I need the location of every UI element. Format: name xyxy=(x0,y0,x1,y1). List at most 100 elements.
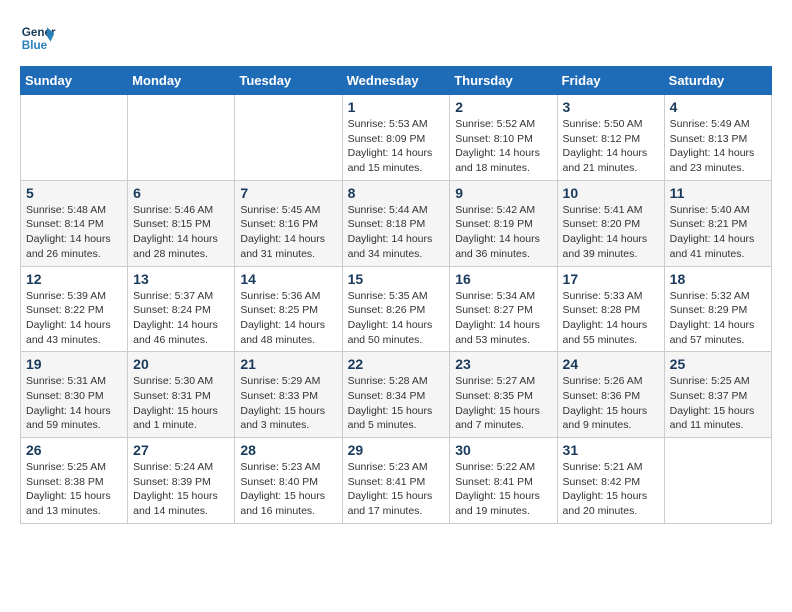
day-cell xyxy=(664,438,771,524)
day-cell: 26 Sunrise: 5:25 AMSunset: 8:38 PMDayligh… xyxy=(21,438,128,524)
day-info: Sunrise: 5:35 AMSunset: 8:26 PMDaylight:… xyxy=(348,289,445,348)
day-cell: 15 Sunrise: 5:35 AMSunset: 8:26 PMDayligh… xyxy=(342,266,450,352)
day-info: Sunrise: 5:37 AMSunset: 8:24 PMDaylight:… xyxy=(133,289,229,348)
day-number: 29 xyxy=(348,442,445,458)
day-number: 17 xyxy=(563,271,659,287)
day-number: 7 xyxy=(240,185,336,201)
day-info: Sunrise: 5:25 AMSunset: 8:38 PMDaylight:… xyxy=(26,460,122,519)
day-number: 21 xyxy=(240,356,336,372)
header-tuesday: Tuesday xyxy=(235,67,342,95)
day-number: 16 xyxy=(455,271,551,287)
day-info: Sunrise: 5:40 AMSunset: 8:21 PMDaylight:… xyxy=(670,203,766,262)
day-number: 30 xyxy=(455,442,551,458)
day-number: 24 xyxy=(563,356,659,372)
day-cell: 17 Sunrise: 5:33 AMSunset: 8:28 PMDayligh… xyxy=(557,266,664,352)
day-cell: 29 Sunrise: 5:23 AMSunset: 8:41 PMDayligh… xyxy=(342,438,450,524)
day-cell: 27Sunrise: 5:24 AMSunset: 8:39 PMDayligh… xyxy=(128,438,235,524)
day-number: 1 xyxy=(348,99,445,115)
day-cell: 12 Sunrise: 5:39 AMSunset: 8:22 PMDayligh… xyxy=(21,266,128,352)
day-info: Sunrise: 5:26 AMSunset: 8:36 PMDaylight:… xyxy=(563,374,659,433)
day-cell: 5 Sunrise: 5:48 AMSunset: 8:14 PMDaylight… xyxy=(21,180,128,266)
day-number: 3 xyxy=(563,99,659,115)
day-number: 5 xyxy=(26,185,122,201)
day-number: 28 xyxy=(240,442,336,458)
week-row-3: 12 Sunrise: 5:39 AMSunset: 8:22 PMDayligh… xyxy=(21,266,772,352)
day-number: 12 xyxy=(26,271,122,287)
day-cell: 10Sunrise: 5:41 AMSunset: 8:20 PMDayligh… xyxy=(557,180,664,266)
day-number: 19 xyxy=(26,356,122,372)
day-cell: 25 Sunrise: 5:25 AMSunset: 8:37 PMDayligh… xyxy=(664,352,771,438)
day-info: Sunrise: 5:29 AMSunset: 8:33 PMDaylight:… xyxy=(240,374,336,433)
day-info: Sunrise: 5:52 AMSunset: 8:10 PMDaylight:… xyxy=(455,117,551,176)
day-cell: 6 Sunrise: 5:46 AMSunset: 8:15 PMDaylight… xyxy=(128,180,235,266)
day-info: Sunrise: 5:23 AMSunset: 8:40 PMDaylight:… xyxy=(240,460,336,519)
day-number: 8 xyxy=(348,185,445,201)
day-cell: 28 Sunrise: 5:23 AMSunset: 8:40 PMDayligh… xyxy=(235,438,342,524)
day-number: 9 xyxy=(455,185,551,201)
day-cell: 13 Sunrise: 5:37 AMSunset: 8:24 PMDayligh… xyxy=(128,266,235,352)
day-number: 18 xyxy=(670,271,766,287)
header-wednesday: Wednesday xyxy=(342,67,450,95)
day-cell xyxy=(128,95,235,181)
day-number: 22 xyxy=(348,356,445,372)
day-cell xyxy=(21,95,128,181)
day-number: 31 xyxy=(563,442,659,458)
day-number: 6 xyxy=(133,185,229,201)
logo: General Blue xyxy=(20,20,56,56)
day-info: Sunrise: 5:50 AMSunset: 8:12 PMDaylight:… xyxy=(563,117,659,176)
day-cell: 24 Sunrise: 5:26 AMSunset: 8:36 PMDayligh… xyxy=(557,352,664,438)
day-cell: 30 Sunrise: 5:22 AMSunset: 8:41 PMDayligh… xyxy=(450,438,557,524)
day-info: Sunrise: 5:25 AMSunset: 8:37 PMDaylight:… xyxy=(670,374,766,433)
day-cell: 11 Sunrise: 5:40 AMSunset: 8:21 PMDayligh… xyxy=(664,180,771,266)
day-number: 2 xyxy=(455,99,551,115)
day-number: 26 xyxy=(26,442,122,458)
day-number: 15 xyxy=(348,271,445,287)
day-info: Sunrise: 5:44 AMSunset: 8:18 PMDaylight:… xyxy=(348,203,445,262)
day-cell: 8 Sunrise: 5:44 AMSunset: 8:18 PMDaylight… xyxy=(342,180,450,266)
header-sunday: Sunday xyxy=(21,67,128,95)
day-number: 23 xyxy=(455,356,551,372)
day-info: Sunrise: 5:53 AMSunset: 8:09 PMDaylight:… xyxy=(348,117,445,176)
day-number: 25 xyxy=(670,356,766,372)
day-cell: 4 Sunrise: 5:49 AMSunset: 8:13 PMDaylight… xyxy=(664,95,771,181)
day-info: Sunrise: 5:39 AMSunset: 8:22 PMDaylight:… xyxy=(26,289,122,348)
day-info: Sunrise: 5:22 AMSunset: 8:41 PMDaylight:… xyxy=(455,460,551,519)
day-info: Sunrise: 5:46 AMSunset: 8:15 PMDaylight:… xyxy=(133,203,229,262)
day-number: 11 xyxy=(670,185,766,201)
day-cell: 1 Sunrise: 5:53 AMSunset: 8:09 PMDaylight… xyxy=(342,95,450,181)
day-cell: 2 Sunrise: 5:52 AMSunset: 8:10 PMDaylight… xyxy=(450,95,557,181)
day-number: 4 xyxy=(670,99,766,115)
day-info: Sunrise: 5:33 AMSunset: 8:28 PMDaylight:… xyxy=(563,289,659,348)
day-number: 14 xyxy=(240,271,336,287)
day-info: Sunrise: 5:21 AMSunset: 8:42 PMDaylight:… xyxy=(563,460,659,519)
day-cell: 18 Sunrise: 5:32 AMSunset: 8:29 PMDayligh… xyxy=(664,266,771,352)
header-friday: Friday xyxy=(557,67,664,95)
day-number: 20 xyxy=(133,356,229,372)
header-monday: Monday xyxy=(128,67,235,95)
header-thursday: Thursday xyxy=(450,67,557,95)
header-saturday: Saturday xyxy=(664,67,771,95)
day-info: Sunrise: 5:24 AMSunset: 8:39 PMDaylight:… xyxy=(133,460,229,519)
day-info: Sunrise: 5:41 AMSunset: 8:20 PMDaylight:… xyxy=(563,203,659,262)
day-info: Sunrise: 5:30 AMSunset: 8:31 PMDaylight:… xyxy=(133,374,229,433)
day-info: Sunrise: 5:28 AMSunset: 8:34 PMDaylight:… xyxy=(348,374,445,433)
day-cell: 20 Sunrise: 5:30 AMSunset: 8:31 PMDayligh… xyxy=(128,352,235,438)
week-row-2: 5 Sunrise: 5:48 AMSunset: 8:14 PMDaylight… xyxy=(21,180,772,266)
day-info: Sunrise: 5:48 AMSunset: 8:14 PMDaylight:… xyxy=(26,203,122,262)
day-info: Sunrise: 5:32 AMSunset: 8:29 PMDaylight:… xyxy=(670,289,766,348)
day-cell: 22 Sunrise: 5:28 AMSunset: 8:34 PMDayligh… xyxy=(342,352,450,438)
week-row-4: 19 Sunrise: 5:31 AMSunset: 8:30 PMDayligh… xyxy=(21,352,772,438)
day-info: Sunrise: 5:23 AMSunset: 8:41 PMDaylight:… xyxy=(348,460,445,519)
day-cell xyxy=(235,95,342,181)
day-number: 13 xyxy=(133,271,229,287)
day-info: Sunrise: 5:31 AMSunset: 8:30 PMDaylight:… xyxy=(26,374,122,433)
calendar: SundayMondayTuesdayWednesdayThursdayFrid… xyxy=(20,66,772,524)
day-info: Sunrise: 5:49 AMSunset: 8:13 PMDaylight:… xyxy=(670,117,766,176)
day-cell: 23Sunrise: 5:27 AMSunset: 8:35 PMDayligh… xyxy=(450,352,557,438)
svg-text:Blue: Blue xyxy=(22,39,48,52)
day-info: Sunrise: 5:45 AMSunset: 8:16 PMDaylight:… xyxy=(240,203,336,262)
day-cell: 19 Sunrise: 5:31 AMSunset: 8:30 PMDayligh… xyxy=(21,352,128,438)
week-row-5: 26 Sunrise: 5:25 AMSunset: 8:38 PMDayligh… xyxy=(21,438,772,524)
day-cell: 14 Sunrise: 5:36 AMSunset: 8:25 PMDayligh… xyxy=(235,266,342,352)
day-info: Sunrise: 5:36 AMSunset: 8:25 PMDaylight:… xyxy=(240,289,336,348)
